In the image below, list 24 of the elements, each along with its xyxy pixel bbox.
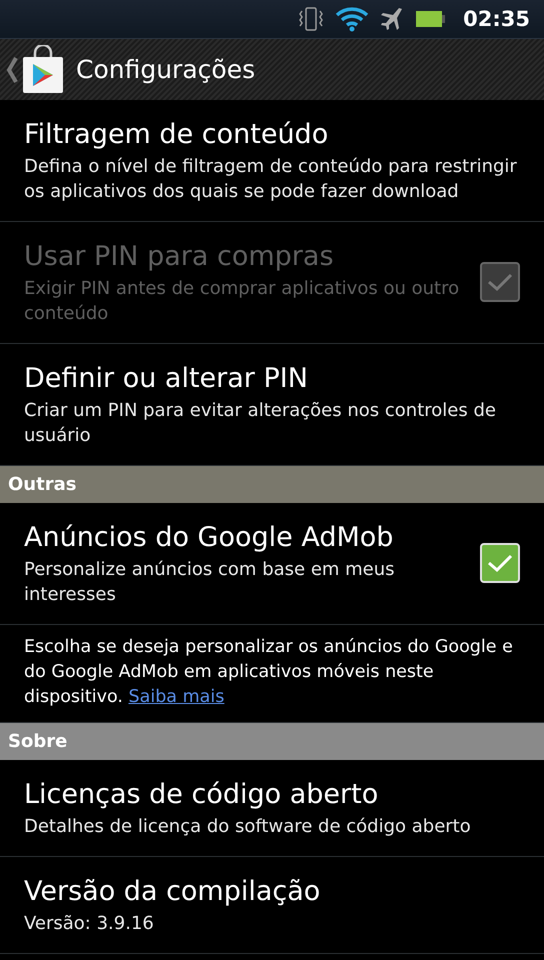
check-icon	[486, 552, 514, 574]
vibrate-icon	[297, 5, 326, 33]
battery-icon	[415, 9, 448, 29]
clock: 02:35	[463, 7, 530, 31]
screen-title: Configurações	[76, 55, 256, 84]
wifi-icon	[335, 6, 370, 32]
note-text: Escolha se deseja personalizar os anúncios do Google e do Google AdMob em aplicativos móveis neste dispositivo. Saiba mais	[24, 637, 513, 707]
setting-summary: Personalize anúncios com base em meus interesses	[24, 558, 396, 607]
setting-title[interactable]: Anúncios do Google AdMob	[24, 519, 466, 557]
setting-summary: Versão: 3.9.16	[24, 912, 155, 936]
setting-summary: Criar um PIN para evitar alterações nos controles de usuário	[24, 399, 497, 448]
setting-title[interactable]: Definir ou alterar PIN	[24, 360, 520, 398]
learn-more-link[interactable]: Saiba mais	[128, 687, 224, 707]
back-icon[interactable]	[6, 56, 18, 84]
section-header: Outras	[0, 466, 544, 503]
setting-summary: Exigir PIN antes de comprar aplicativos ou outro conteúdo	[24, 277, 460, 326]
setting-summary: Defina o nível de filtragem de conteúdo para restringir os aplicativos dos quais se pode fazer download	[24, 155, 518, 204]
check-icon	[486, 271, 514, 293]
setting-summary: Detalhes de licença do software de código aberto	[24, 815, 472, 839]
setting-title[interactable]: Licenças de código aberto	[24, 776, 520, 814]
setting-title[interactable]: Filtragem de conteúdo	[24, 116, 520, 154]
setting-title[interactable]: Versão da compilação	[24, 873, 520, 911]
section-header: Sobre	[0, 723, 544, 760]
shopping-bag-icon[interactable]	[20, 44, 66, 94]
